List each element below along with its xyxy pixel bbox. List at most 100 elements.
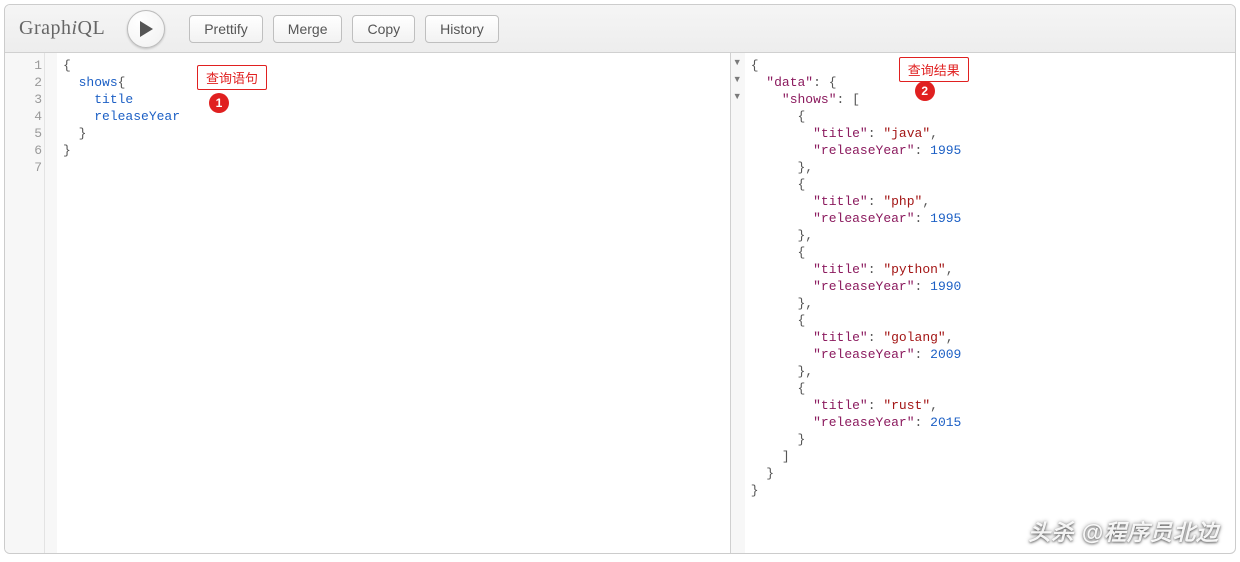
query-editor[interactable]: { shows{ title releaseYear }}: [57, 53, 730, 553]
code-line: title: [63, 91, 724, 108]
annotation-query-number: 1: [209, 93, 229, 113]
code-token: "releaseYear": [813, 347, 914, 362]
code-token: {: [63, 58, 71, 73]
code-line: "releaseYear": 1990: [751, 278, 1229, 295]
code-line: [63, 159, 724, 176]
line-number: 5: [5, 125, 44, 142]
annotation-result-number: 2: [915, 81, 935, 101]
code-token: }: [751, 432, 806, 447]
query-fold-gutter: [45, 53, 57, 553]
code-token: "title": [813, 398, 868, 413]
toolbar: GraphiQL Prettify Merge Copy History: [5, 5, 1235, 53]
code-token: "title": [813, 126, 868, 141]
code-line: "shows": [: [751, 91, 1229, 108]
fold-arrow-icon[interactable]: ▼: [733, 57, 755, 67]
history-button[interactable]: History: [425, 15, 499, 43]
code-line: {: [751, 176, 1229, 193]
code-token: }: [751, 466, 774, 481]
code-token: : {: [813, 75, 836, 90]
code-line: {: [751, 108, 1229, 125]
code-token: 1995: [930, 211, 961, 226]
code-token: "releaseYear": [813, 143, 914, 158]
code-token: }: [79, 126, 87, 141]
code-line: }: [63, 142, 724, 159]
main-area: 1▼2▼34567 { shows{ title releaseYear }} …: [5, 53, 1235, 553]
code-token: },: [751, 160, 813, 175]
code-token: 1995: [930, 143, 961, 158]
code-token: :: [915, 143, 931, 158]
code-line: {: [751, 312, 1229, 329]
code-token: ,: [946, 262, 954, 277]
code-token: :: [868, 194, 884, 209]
code-line: },: [751, 159, 1229, 176]
code-line: },: [751, 227, 1229, 244]
line-number: 2▼: [5, 74, 44, 91]
code-token: }: [63, 143, 71, 158]
fold-arrow-icon[interactable]: ▼: [733, 74, 755, 84]
code-line: {: [751, 244, 1229, 261]
code-token: ,: [930, 126, 938, 141]
code-token: :: [868, 398, 884, 413]
code-line: "releaseYear": 1995: [751, 142, 1229, 159]
code-token: :: [868, 126, 884, 141]
code-token: 2009: [930, 347, 961, 362]
code-line: "releaseYear": 1995: [751, 210, 1229, 227]
code-token: title: [94, 92, 133, 107]
code-token: [751, 143, 813, 158]
code-token: :: [915, 279, 931, 294]
result-fold-gutter: ▼ ▼ ▼: [731, 53, 745, 553]
code-token: releaseYear: [94, 109, 180, 124]
code-token: "title": [813, 330, 868, 345]
prettify-button[interactable]: Prettify: [189, 15, 263, 43]
code-token: "data": [766, 75, 813, 90]
code-token: [751, 347, 813, 362]
copy-button[interactable]: Copy: [352, 15, 415, 43]
code-line: "title": "python",: [751, 261, 1229, 278]
code-token: {: [751, 313, 806, 328]
code-token: "golang": [883, 330, 945, 345]
code-token: 2015: [930, 415, 961, 430]
line-number: 6: [5, 142, 44, 159]
code-token: },: [751, 228, 813, 243]
code-line: releaseYear: [63, 108, 724, 125]
code-token: },: [751, 296, 813, 311]
fold-arrow-icon[interactable]: ▼: [733, 91, 755, 101]
code-token: "releaseYear": [813, 279, 914, 294]
code-token: ,: [930, 398, 938, 413]
code-line: }: [751, 482, 1229, 499]
code-token: ]: [751, 449, 790, 464]
app-window: GraphiQL Prettify Merge Copy History 1▼2…: [4, 4, 1236, 554]
code-line: "releaseYear": 2009: [751, 346, 1229, 363]
query-pane: 1▼2▼34567 { shows{ title releaseYear }} …: [5, 53, 731, 553]
code-line: },: [751, 295, 1229, 312]
code-token: "title": [813, 194, 868, 209]
code-line: {: [751, 57, 1229, 74]
line-number: 7: [5, 159, 44, 176]
result-pane: ▼ ▼ ▼ { "data": { "shows": [ { "title": …: [731, 53, 1235, 553]
code-token: [63, 109, 94, 124]
code-token: :: [915, 415, 931, 430]
code-token: "java": [883, 126, 930, 141]
code-token: 1990: [930, 279, 961, 294]
code-token: :: [915, 347, 931, 362]
execute-button[interactable]: [127, 10, 165, 48]
code-token: {: [751, 245, 806, 260]
code-line: }: [751, 431, 1229, 448]
code-token: {: [751, 177, 806, 192]
code-token: : [: [837, 92, 860, 107]
code-line: ]: [751, 448, 1229, 465]
merge-button[interactable]: Merge: [273, 15, 343, 43]
code-token: [63, 92, 94, 107]
query-gutter: 1▼2▼34567: [5, 53, 45, 553]
code-token: "python": [883, 262, 945, 277]
result-viewer[interactable]: { "data": { "shows": [ { "title": "java"…: [745, 53, 1235, 553]
logo-suffix: QL: [78, 17, 106, 39]
code-token: [63, 126, 79, 141]
code-token: {: [118, 75, 126, 90]
code-token: [751, 262, 813, 277]
code-line: "data": {: [751, 74, 1229, 91]
code-token: },: [751, 364, 813, 379]
logo-prefix: Graph: [19, 17, 71, 39]
annotation-result-label: 查询结果: [899, 57, 969, 82]
code-token: :: [915, 211, 931, 226]
